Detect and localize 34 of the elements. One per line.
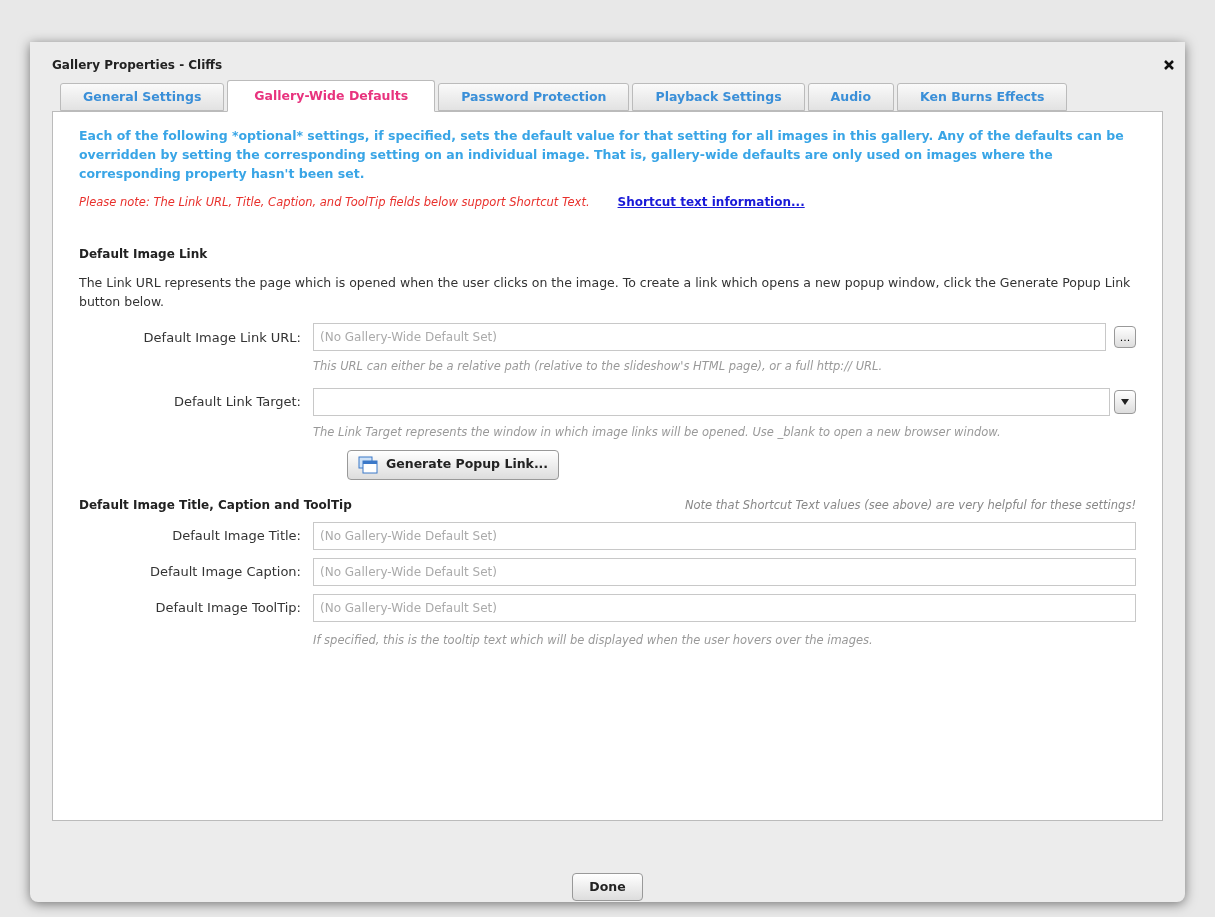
generate-popup-button[interactable]: Generate Popup Link... <box>347 449 560 480</box>
tab[interactable]: Audio <box>807 83 894 111</box>
input-field[interactable]: (No Gallery-Wide Default Set) <box>313 323 1106 352</box>
window-icon <box>358 455 378 474</box>
intro-text: Each of the following *optional* settings, if specified, sets the default value for that setting for all images in this gallery. Any of the defaults can be overridden by setting the corresponding setting on an individual image. That is, gallery-wide defaults are only used on images where the corresponding property hasn't been set. <box>79 127 1125 183</box>
tab[interactable]: Password Protection <box>438 83 630 111</box>
tab[interactable]: Ken Burns Effects <box>897 83 1068 111</box>
dropdown-field[interactable] <box>313 387 1110 416</box>
input-field[interactable]: (No Gallery-Wide Default Set) <box>313 521 1136 550</box>
close-icon[interactable] <box>1163 59 1175 71</box>
note-text: Note that Shortcut Text values (see above) are very helpful for these settings! <box>684 496 1136 514</box>
field-label: Default Image Caption: <box>148 563 302 581</box>
hint-text: If specified, this is the tooltip text which will be displayed when the user hovers over the images. <box>313 631 874 649</box>
browse-button[interactable]: ... <box>1114 326 1136 349</box>
dropdown-button[interactable] <box>1114 389 1136 414</box>
input-field[interactable]: (No Gallery-Wide Default Set) <box>313 557 1136 586</box>
section-heading: Default Image Link <box>79 246 209 264</box>
tab[interactable]: General Settings <box>60 83 225 111</box>
field-label: Default Image Link URL: <box>142 328 302 347</box>
field-label: Default Link Target: <box>173 392 302 411</box>
description-text: The Link URL represents the page which is opened when the user clicks on the image. To create a link which opens a new popup window, click the Generate Popup Link button below. <box>79 274 1132 312</box>
caret-icon <box>1121 398 1129 405</box>
field-label: Default Image Title: <box>171 527 302 545</box>
section-heading: Default Image Title, Caption and ToolTip <box>79 496 352 514</box>
tab[interactable]: Gallery-Wide Defaults <box>227 80 436 112</box>
field-label: Default Image ToolTip: <box>154 599 302 617</box>
hint-text: The Link Target represents the window in which image links will be opened. Use _blank to open a new browser window. <box>313 423 1002 441</box>
note-text: Please note: The Link URL, Title, Caption, and ToolTip fields below support Shortcut Text. <box>79 194 590 211</box>
window-title: Gallery Properties - Cliffs <box>52 57 223 74</box>
input-field[interactable]: (No Gallery-Wide Default Set) <box>313 593 1136 622</box>
hint-text: This URL can either be a relative path (relative to the slideshow's HTML page), or a full http:// URL. <box>313 358 884 376</box>
tab[interactable]: Playback Settings <box>632 83 805 111</box>
shortcut-info-link[interactable]: Shortcut text information... <box>617 193 805 211</box>
done-button[interactable]: Done <box>572 873 643 901</box>
